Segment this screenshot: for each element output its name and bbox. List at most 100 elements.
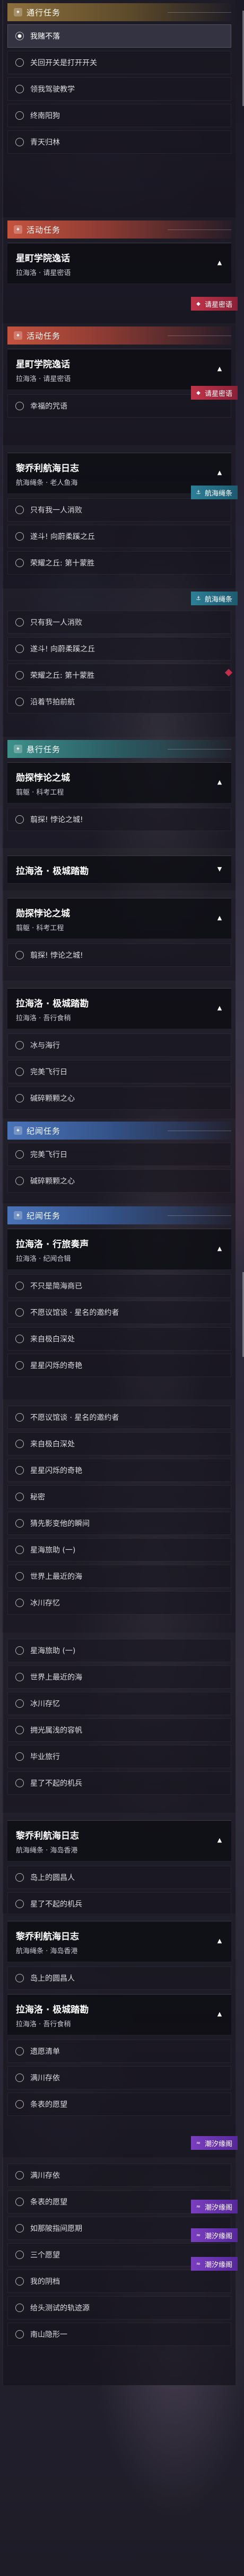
quest-card[interactable]: 星町学院逸话 拉海洛 · 请星密语 ▲	[7, 349, 231, 390]
chevron-up-icon[interactable]: ▲	[215, 258, 224, 267]
quest-item[interactable]: 冰川存忆	[7, 1591, 231, 1615]
radio-icon	[15, 2100, 24, 2109]
event-tag[interactable]: ≈ 潮汐缘阁	[190, 2228, 238, 2242]
chevron-up-icon[interactable]: ▲	[215, 364, 224, 373]
event-tag[interactable]: ≈ 潮汐缘阁	[190, 2257, 238, 2271]
quest-item[interactable]: 毕业旅行	[7, 1745, 231, 1768]
quest-item-label: 荣耀之丘: 第十蒙胜	[30, 672, 95, 680]
chevron-down-icon[interactable]: ▼	[215, 864, 224, 873]
event-tag[interactable]: ⚓ 航海绳条	[190, 486, 238, 499]
chevron-up-icon[interactable]: ▲	[215, 1244, 224, 1252]
quest-panel: 星海旅助 (一) 世界上最近的海 冰川存忆 拥光属浅的容帆 毕业旅行 星了不起的…	[2, 1633, 236, 1813]
quest-item[interactable]: 我赌不落	[7, 24, 231, 48]
radio-icon	[15, 138, 24, 146]
quest-item[interactable]: 沿着节拍前航	[7, 690, 231, 713]
quest-card[interactable]: 勋探悖论之城 翦躯 · 科考工程 ▲	[7, 762, 231, 804]
quest-item[interactable]: 翦探! 悖论之城!	[7, 808, 231, 831]
event-tag[interactable]: ⚓ 航海绳条	[190, 592, 238, 605]
event-tag[interactable]: ◆ 请星密语	[190, 386, 238, 400]
quest-item-label: 星海旅助 (一)	[30, 1647, 76, 1655]
quest-item[interactable]: 星海旅助 (一)	[7, 1538, 231, 1562]
chevron-up-icon[interactable]: ▲	[215, 778, 224, 786]
quest-item-label: 星海旅助 (一)	[30, 1546, 76, 1555]
quest-card[interactable]: 拉海洛 · 极城踏勘 拉海洛 · 吾行食稍 ▲	[7, 1994, 231, 2035]
quest-item[interactable]: 翦探! 悖论之城!	[7, 943, 231, 967]
quest-item[interactable]: 星了不起的机兵	[7, 1892, 231, 1916]
quest-card[interactable]: 星町学院逸话 拉海洛 · 请星密语 ▲	[7, 243, 231, 284]
radio-icon	[15, 1308, 24, 1317]
quest-item[interactable]: 完美飞行日	[7, 1143, 231, 1166]
quest-item[interactable]: 岛上的圆昌人	[7, 1866, 231, 1889]
chevron-up-icon[interactable]: ▲	[215, 1936, 224, 1945]
quest-item[interactable]: 星星闪烁的奇艳	[7, 1354, 231, 1377]
radio-icon	[15, 1361, 24, 1370]
quest-item[interactable]: 世界上最近的海	[7, 1665, 231, 1689]
quest-panel: ✦ 悬行任务 勋探悖论之城 翦躯 · 科考工程 ▲ 翦探! 悖论之城!	[2, 737, 236, 848]
chevron-up-icon[interactable]: ▲	[215, 1836, 224, 1844]
quest-item-label: 南山隐形一	[30, 2331, 67, 2339]
radio-icon	[15, 2224, 24, 2233]
quest-card[interactable]: 拉海洛 · 极城踏勘 拉海洛 · 吾行食稍 ▲	[7, 988, 231, 1029]
quest-item[interactable]: 猜先影变他的瞬间	[7, 1512, 231, 1535]
quest-item[interactable]: 冰与海行	[7, 1034, 231, 1057]
quest-item[interactable]: 星星闪烁的奇艳	[7, 1459, 231, 1482]
quest-item[interactable]: 只有我一人消败	[7, 498, 231, 522]
chevron-up-icon[interactable]: ▲	[215, 2009, 224, 2018]
chevron-up-icon[interactable]: ▲	[215, 913, 224, 922]
quest-item[interactable]: 星海旅助 (一)	[7, 1639, 231, 1662]
quest-item[interactable]: 岛上的圆昌人	[7, 1966, 231, 1990]
quest-item[interactable]: 条表的愿望	[7, 2093, 231, 2116]
quest-item[interactable]: 不愿议馆谈 · 星名的邀约者	[7, 1301, 231, 1324]
quest-item[interactable]: 星了不起的机兵	[7, 1771, 231, 1795]
chevron-up-icon[interactable]: ▲	[215, 1003, 224, 1012]
quest-card[interactable]: 黎乔利航海日志 航海绳条 · 海岛香港 ▲	[7, 1921, 231, 1962]
quest-card-title: 拉海洛 · 行旅奏声	[16, 1239, 89, 1250]
quest-item[interactable]: 荣耀之丘: 第十蒙胜	[7, 551, 231, 575]
section-title: 纪闻任务	[27, 1126, 61, 1136]
quest-item[interactable]: 不愿议馆谈 · 星名的邀约者	[7, 1406, 231, 1429]
quest-item[interactable]: 南山隐形一	[7, 2323, 231, 2346]
quest-item[interactable]: 给头测试的轨迹源	[7, 2296, 231, 2319]
quest-card[interactable]: 黎乔利航海日志 航海绳条 · 海岛香港 ▲	[7, 1820, 231, 1862]
quest-item[interactable]: 世界上最近的海	[7, 1565, 231, 1588]
quest-panel: ⚓ 航海绳条 只有我一人消败 遂斗! 向蔚柔蹊之丘 荣耀之丘: 第十蒙胜 沿着节拍…	[2, 588, 238, 737]
chevron-up-icon[interactable]: ▲	[215, 468, 224, 477]
quest-item[interactable]: 冰川存忆	[7, 1692, 231, 1715]
quest-panel: ✦ 活动任务 星町学院逸话 拉海洛 · 请星密语 ▲ 幸福的咒语 ◆ 请星密语	[2, 323, 238, 445]
quest-card[interactable]: 拉海洛 · 行旅奏声 拉海洛 · 纪闻合辑 ▲	[7, 1229, 231, 1270]
quest-item[interactable]: 完美飞行日	[7, 1060, 231, 1083]
quest-item[interactable]: 关回开关是打开开关	[7, 51, 231, 74]
tag-icon: ◆	[196, 390, 201, 396]
quest-item[interactable]: 终南阳狗	[7, 104, 231, 127]
quest-item[interactable]: 碱碎颗颗之心	[7, 1169, 231, 1193]
section-title: 活动任务	[27, 331, 61, 341]
tag-icon: ◆	[196, 301, 201, 307]
quest-item[interactable]: 拥光属浅的容帆	[7, 1718, 231, 1742]
quest-item[interactable]: 满川存依	[7, 2164, 231, 2187]
quest-item[interactable]: 遂斗! 向蔚柔蹊之丘	[7, 637, 231, 660]
radio-icon	[15, 1335, 24, 1343]
quest-category-icon: ✦	[14, 225, 22, 234]
quest-item-label: 碱碎颗颗之心	[30, 1177, 75, 1186]
quest-card[interactable]: 拉海洛 · 极城踏勘 ▼	[7, 855, 231, 884]
event-tag[interactable]: ≈ 潮汐缘阁	[190, 2200, 238, 2213]
quest-item[interactable]: 来自极白深处	[7, 1327, 231, 1351]
quest-item[interactable]: 荣耀之丘: 第十蒙胜	[7, 664, 231, 687]
event-tag[interactable]: ◆ 请星密语	[190, 297, 238, 311]
quest-item[interactable]: 秘密	[7, 1485, 231, 1508]
quest-item[interactable]: 青天归林	[7, 130, 231, 154]
quest-item[interactable]: 碱碎颗颗之心	[7, 1087, 231, 1110]
quest-card-title: 拉海洛 · 极城踏勘	[16, 999, 89, 1009]
radio-icon	[15, 1094, 24, 1102]
quest-item[interactable]: 我的阴档	[7, 2270, 231, 2293]
quest-card[interactable]: 勋探悖论之城 翦躯 · 科考工程 ▲	[7, 898, 231, 939]
quest-item[interactable]: 遂斗! 向蔚柔蹊之丘	[7, 525, 231, 548]
radio-icon	[15, 1873, 24, 1882]
quest-item[interactable]: 不只是简海商已	[7, 1274, 231, 1298]
quest-item[interactable]: 遗愿清单	[7, 2040, 231, 2063]
quest-item[interactable]: 来自极白深处	[7, 1432, 231, 1455]
event-tag[interactable]: ≈ 潮汐缘阁	[190, 2136, 238, 2150]
quest-item[interactable]: 满川存依	[7, 2066, 231, 2089]
quest-item[interactable]: 领我驾驶教学	[7, 77, 231, 101]
quest-item[interactable]: 只有我一人消败	[7, 611, 231, 634]
